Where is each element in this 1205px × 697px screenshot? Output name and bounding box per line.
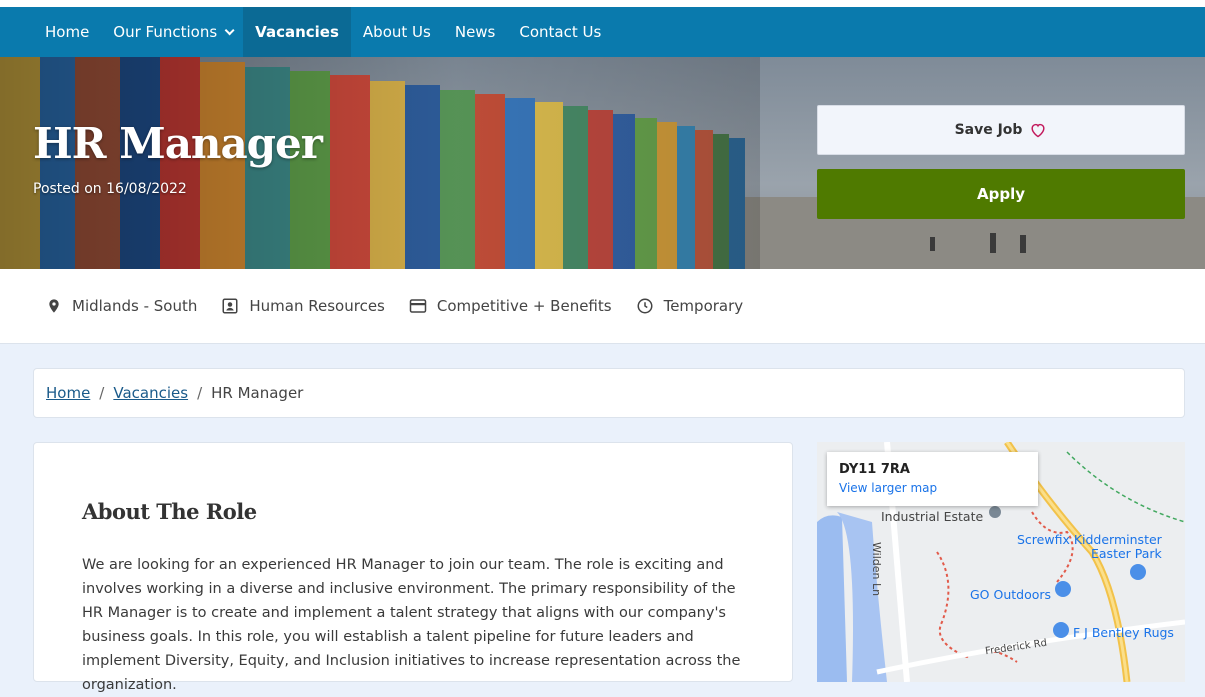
page-title: HR Manager xyxy=(33,119,323,168)
map-label-screwfix: Screwfix Kidderminster xyxy=(1017,532,1162,547)
map-label-go-outdoors: GO Outdoors xyxy=(970,587,1052,602)
nav-our-functions-label: Our Functions xyxy=(113,23,218,41)
meta-salary-text: Competitive + Benefits xyxy=(436,297,612,315)
meta-type: Temporary xyxy=(636,297,744,315)
meta-location: Midlands - South xyxy=(46,297,197,315)
meta-location-text: Midlands - South xyxy=(72,297,198,315)
about-role-text: We are looking for an experienced HR Man… xyxy=(82,557,741,693)
nav-vacancies[interactable]: Vacancies xyxy=(243,7,351,57)
about-role-card: About The Role We are looking for an exp… xyxy=(33,442,793,693)
map-label-industrial: Industrial Estate xyxy=(881,509,984,524)
meta-function: Human Resources xyxy=(221,297,385,315)
breadcrumb-separator: / xyxy=(99,384,105,402)
apply-label: Apply xyxy=(976,185,1025,203)
map-postcode: DY11 7RA xyxy=(839,462,910,477)
breadcrumb: Home / Vacancies / HR Manager xyxy=(33,368,1185,418)
credit-card-icon xyxy=(409,299,427,313)
breadcrumb-separator: / xyxy=(197,384,203,402)
contact-card-icon xyxy=(222,298,238,314)
nav-news-label: News xyxy=(454,23,496,41)
nav-home[interactable]: Home xyxy=(33,7,101,57)
map-label-wilden: Wilden Ln xyxy=(870,542,883,597)
meta-salary: Competitive + Benefits xyxy=(409,297,612,315)
view-larger-map-link[interactable]: View larger map xyxy=(839,481,1026,495)
hero-banner: HR Manager Posted on 16/08/2022 Save Job… xyxy=(0,57,1205,269)
nav-vacancies-label: Vacancies xyxy=(255,23,339,41)
location-map[interactable]: Industrial Estate Screwfix Kidderminster… xyxy=(817,442,1185,682)
chevron-down-icon xyxy=(224,24,235,35)
nav-about-us-label: About Us xyxy=(362,23,431,41)
location-pin-icon xyxy=(49,299,59,313)
clock-icon xyxy=(637,298,653,314)
heart-icon xyxy=(1031,123,1045,138)
breadcrumb-current: HR Manager xyxy=(211,384,304,402)
save-job-button[interactable]: Save Job xyxy=(817,105,1185,155)
breadcrumb-vacancies-link[interactable]: Vacancies xyxy=(113,384,188,402)
nav-our-functions[interactable]: Our Functions xyxy=(101,7,243,57)
nav-news[interactable]: News xyxy=(443,7,508,57)
nav-home-label: Home xyxy=(45,23,90,41)
breadcrumb-home-link[interactable]: Home xyxy=(46,384,90,402)
map-info-box: DY11 7RA View larger map xyxy=(827,452,1038,506)
about-role-heading: About The Role xyxy=(82,499,257,524)
nav-about-us[interactable]: About Us xyxy=(351,7,443,57)
nav-contact-us-label: Contact Us xyxy=(519,23,602,41)
meta-function-text: Human Resources xyxy=(249,297,385,315)
nav-contact-us[interactable]: Contact Us xyxy=(507,7,613,57)
map-label-easter-park: Easter Park xyxy=(1091,546,1162,561)
posted-date: Posted on 16/08/2022 xyxy=(33,181,187,197)
meta-type-text: Temporary xyxy=(663,297,744,315)
top-strip xyxy=(0,0,1205,7)
main-nav: Home Our Functions Vacancies About Us Ne… xyxy=(0,7,1205,57)
save-job-label: Save Job xyxy=(954,122,1023,138)
job-meta-bar: Midlands - South Human Resources Competi… xyxy=(0,269,1205,344)
map-label-bentley: F J Bentley Rugs xyxy=(1073,625,1174,640)
apply-button[interactable]: Apply xyxy=(817,169,1185,219)
